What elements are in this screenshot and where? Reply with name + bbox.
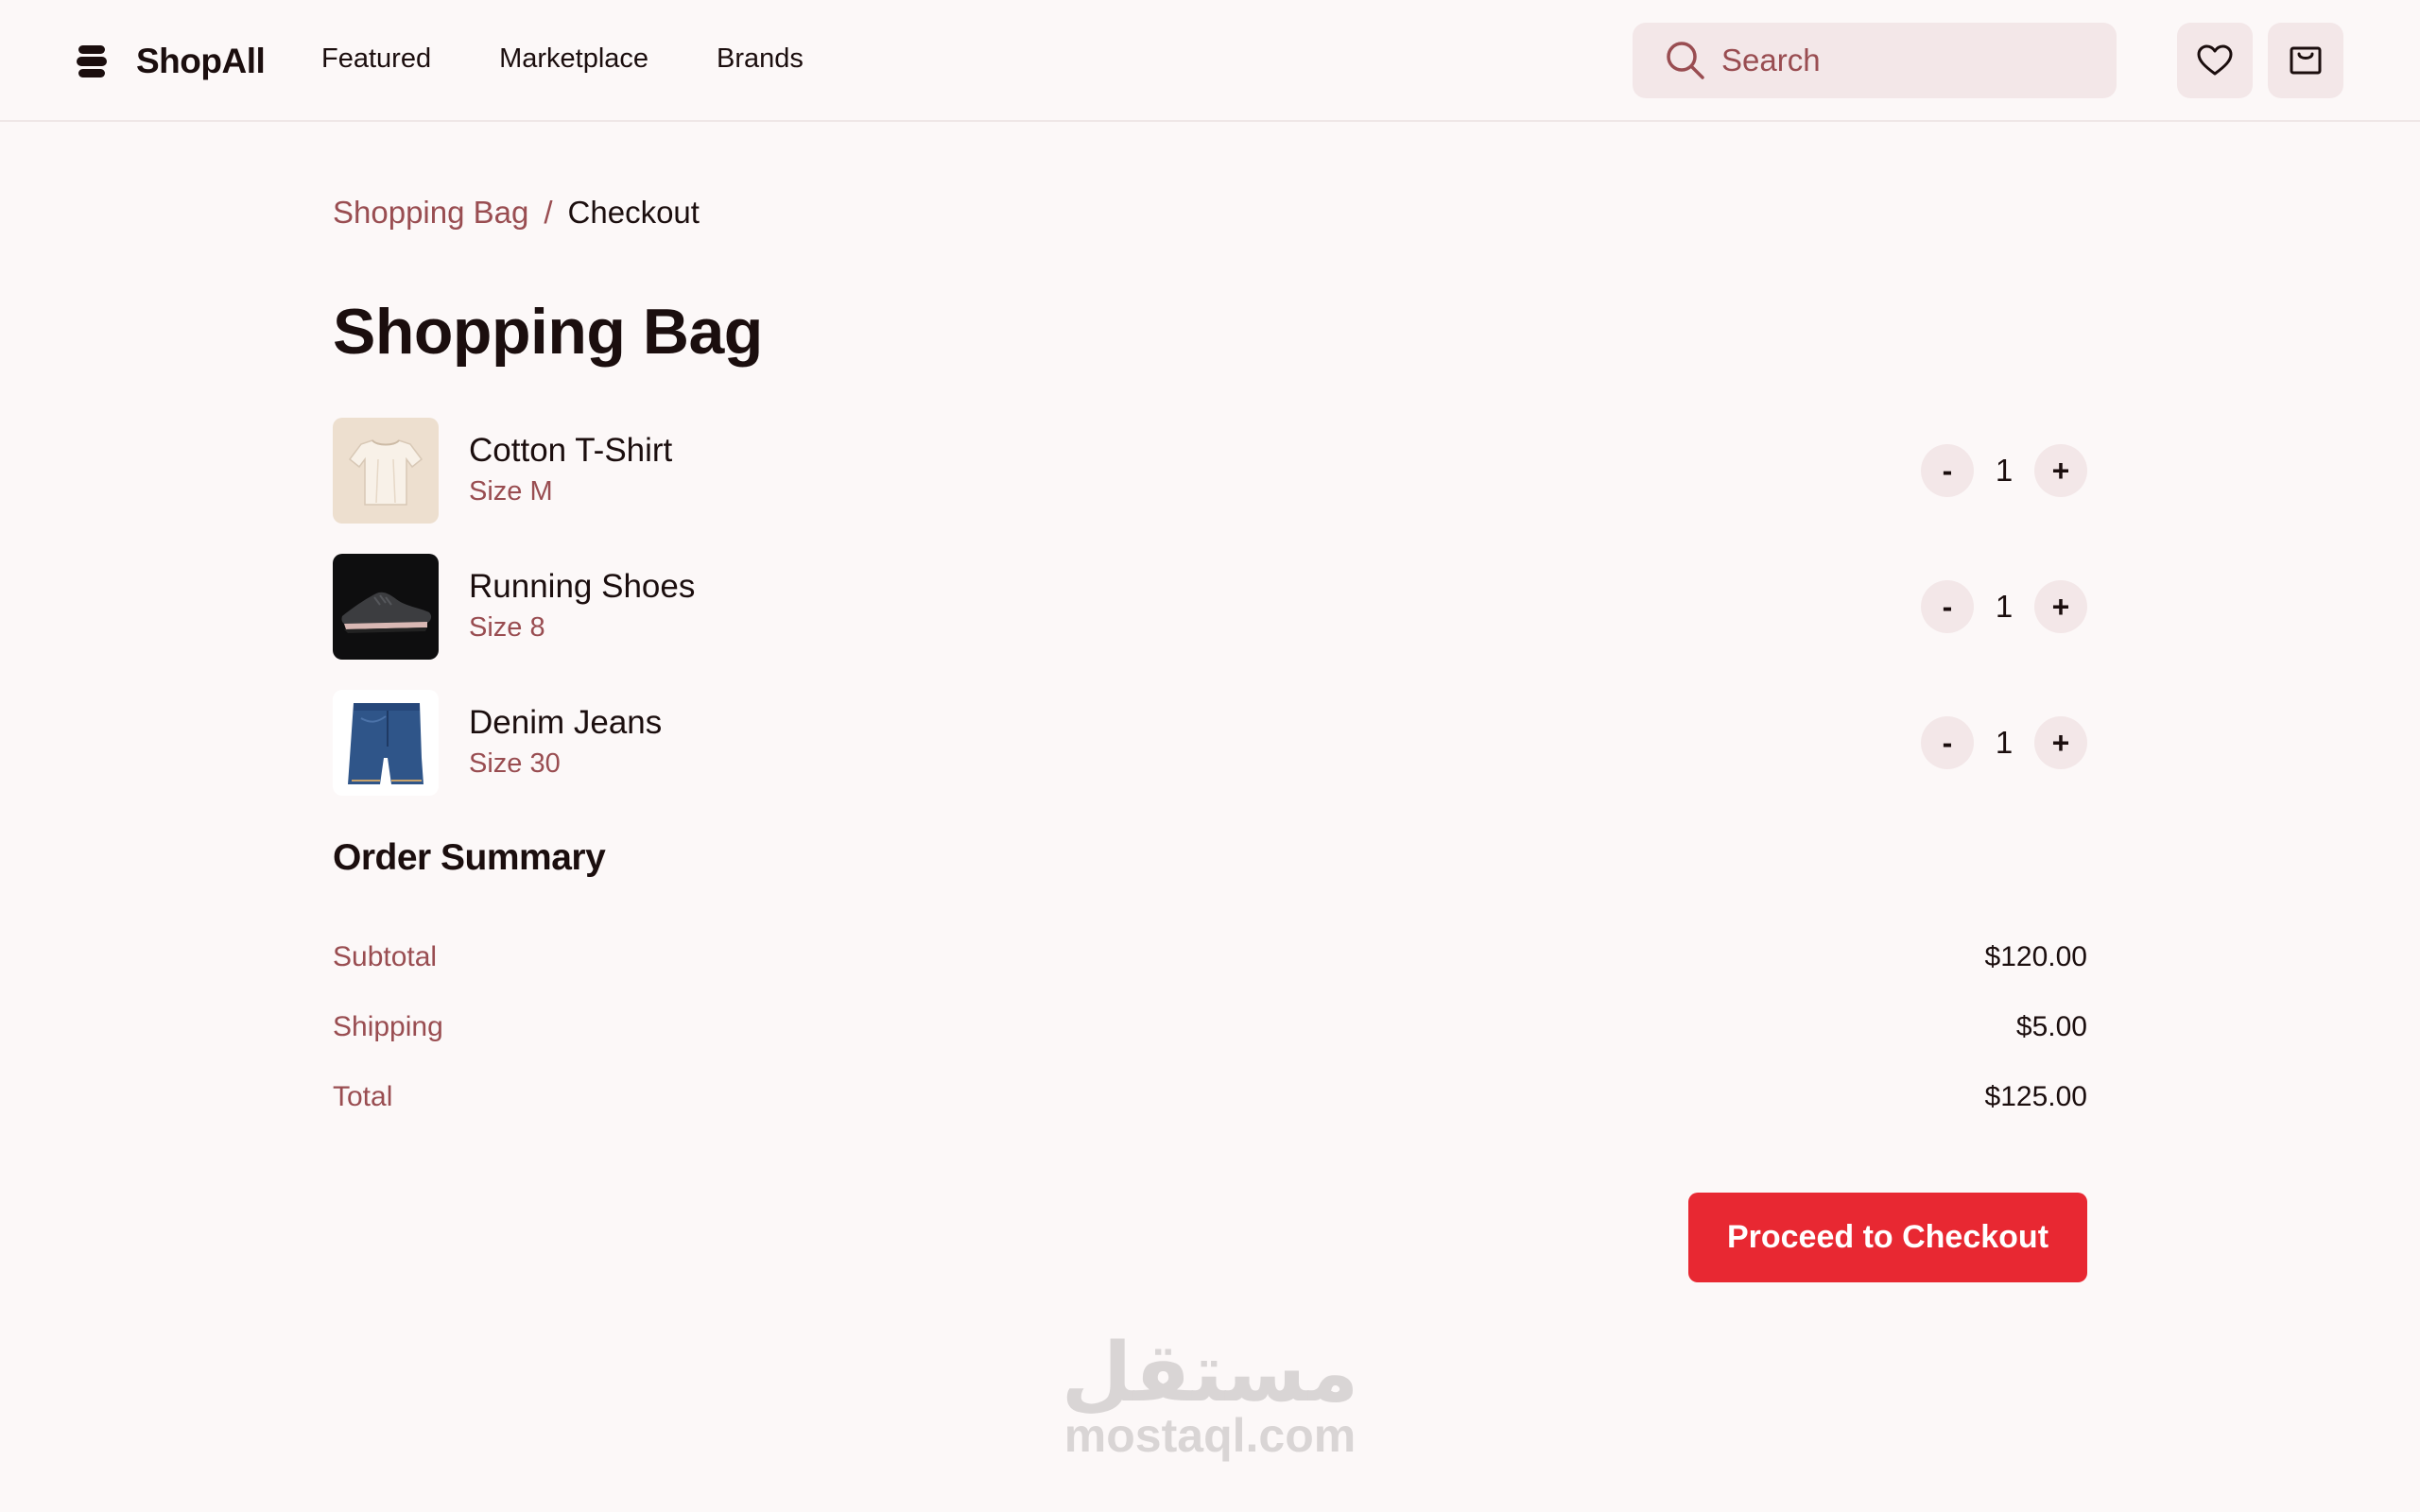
- cart-items-list: Cotton T-Shirt Size M - 1 + Running Shoe…: [333, 418, 2087, 826]
- quantity-stepper: - 1 +: [1921, 580, 2087, 633]
- watermark-latin-text: mostaql.com: [1063, 1409, 1357, 1462]
- shoes-product-image: [333, 554, 439, 660]
- brand-name: ShopAll: [136, 42, 266, 80]
- shopping-bag-button[interactable]: [2268, 23, 2343, 98]
- breadcrumb-shopping-bag[interactable]: Shopping Bag: [333, 195, 528, 231]
- main-nav: Featured Marketplace Brands: [321, 43, 872, 75]
- decrement-button[interactable]: -: [1921, 444, 1974, 497]
- tshirt-product-image: [333, 418, 439, 524]
- logo-icon: [77, 45, 107, 77]
- total-value: $125.00: [1984, 1081, 2087, 1112]
- nav-link-marketplace[interactable]: Marketplace: [499, 43, 648, 75]
- cart-item: Cotton T-Shirt Size M - 1 +: [333, 418, 2087, 554]
- quantity-value: 1: [1995, 589, 2014, 624]
- shipping-label: Shipping: [333, 1011, 443, 1042]
- summary-row-total: Total $125.00: [333, 1081, 2087, 1151]
- watermark: مستقل mostaql.com: [1059, 1332, 1361, 1463]
- watermark-arabic-text: مستقل: [1061, 1328, 1359, 1418]
- item-name: Cotton T-Shirt: [469, 432, 673, 469]
- decrement-button[interactable]: -: [1921, 716, 1974, 769]
- breadcrumb-separator: /: [544, 195, 553, 230]
- increment-button[interactable]: +: [2034, 716, 2087, 769]
- proceed-to-checkout-button[interactable]: Proceed to Checkout: [1688, 1193, 2087, 1282]
- item-name: Denim Jeans: [469, 704, 663, 741]
- cart-item: Denim Jeans Size 30 - 1 +: [333, 690, 2087, 826]
- breadcrumb: Shopping Bag / Checkout: [333, 195, 700, 231]
- quantity-value: 1: [1995, 453, 2014, 488]
- item-name: Running Shoes: [469, 568, 696, 605]
- quantity-value: 1: [1995, 725, 2014, 760]
- increment-button[interactable]: +: [2034, 444, 2087, 497]
- search-icon: [1665, 40, 1706, 81]
- nav-link-brands[interactable]: Brands: [717, 43, 804, 75]
- search-input[interactable]: [1721, 43, 2081, 78]
- cart-item: Running Shoes Size 8 - 1 +: [333, 554, 2087, 690]
- subtotal-value: $120.00: [1984, 941, 2087, 972]
- breadcrumb-checkout: Checkout: [567, 195, 700, 230]
- page-title: Shopping Bag: [333, 296, 763, 368]
- heart-icon: [2197, 44, 2233, 76]
- shipping-value: $5.00: [2015, 1011, 2087, 1042]
- nav-link-featured[interactable]: Featured: [321, 43, 431, 75]
- search-bar[interactable]: [1633, 23, 2117, 98]
- jeans-product-image: [333, 690, 439, 796]
- top-nav-bar: ShopAll Featured Marketplace Brands: [0, 0, 2420, 122]
- item-size: Size M: [469, 476, 553, 507]
- wishlist-button[interactable]: [2177, 23, 2253, 98]
- item-size: Size 30: [469, 748, 561, 779]
- subtotal-label: Subtotal: [333, 941, 438, 972]
- brand-logo[interactable]: ShopAll: [76, 42, 266, 81]
- increment-button[interactable]: +: [2034, 580, 2087, 633]
- item-size: Size 8: [469, 612, 545, 643]
- order-summary: Subtotal $120.00 Shipping $5.00 Total $1…: [333, 941, 2087, 1151]
- decrement-button[interactable]: -: [1921, 580, 1974, 633]
- quantity-stepper: - 1 +: [1921, 716, 2087, 769]
- summary-row-subtotal: Subtotal $120.00: [333, 941, 2087, 1011]
- order-summary-title: Order Summary: [333, 837, 606, 878]
- quantity-stepper: - 1 +: [1921, 444, 2087, 497]
- summary-row-shipping: Shipping $5.00: [333, 1011, 2087, 1081]
- total-label: Total: [333, 1081, 393, 1112]
- shopping-bag-icon: [2290, 46, 2322, 75]
